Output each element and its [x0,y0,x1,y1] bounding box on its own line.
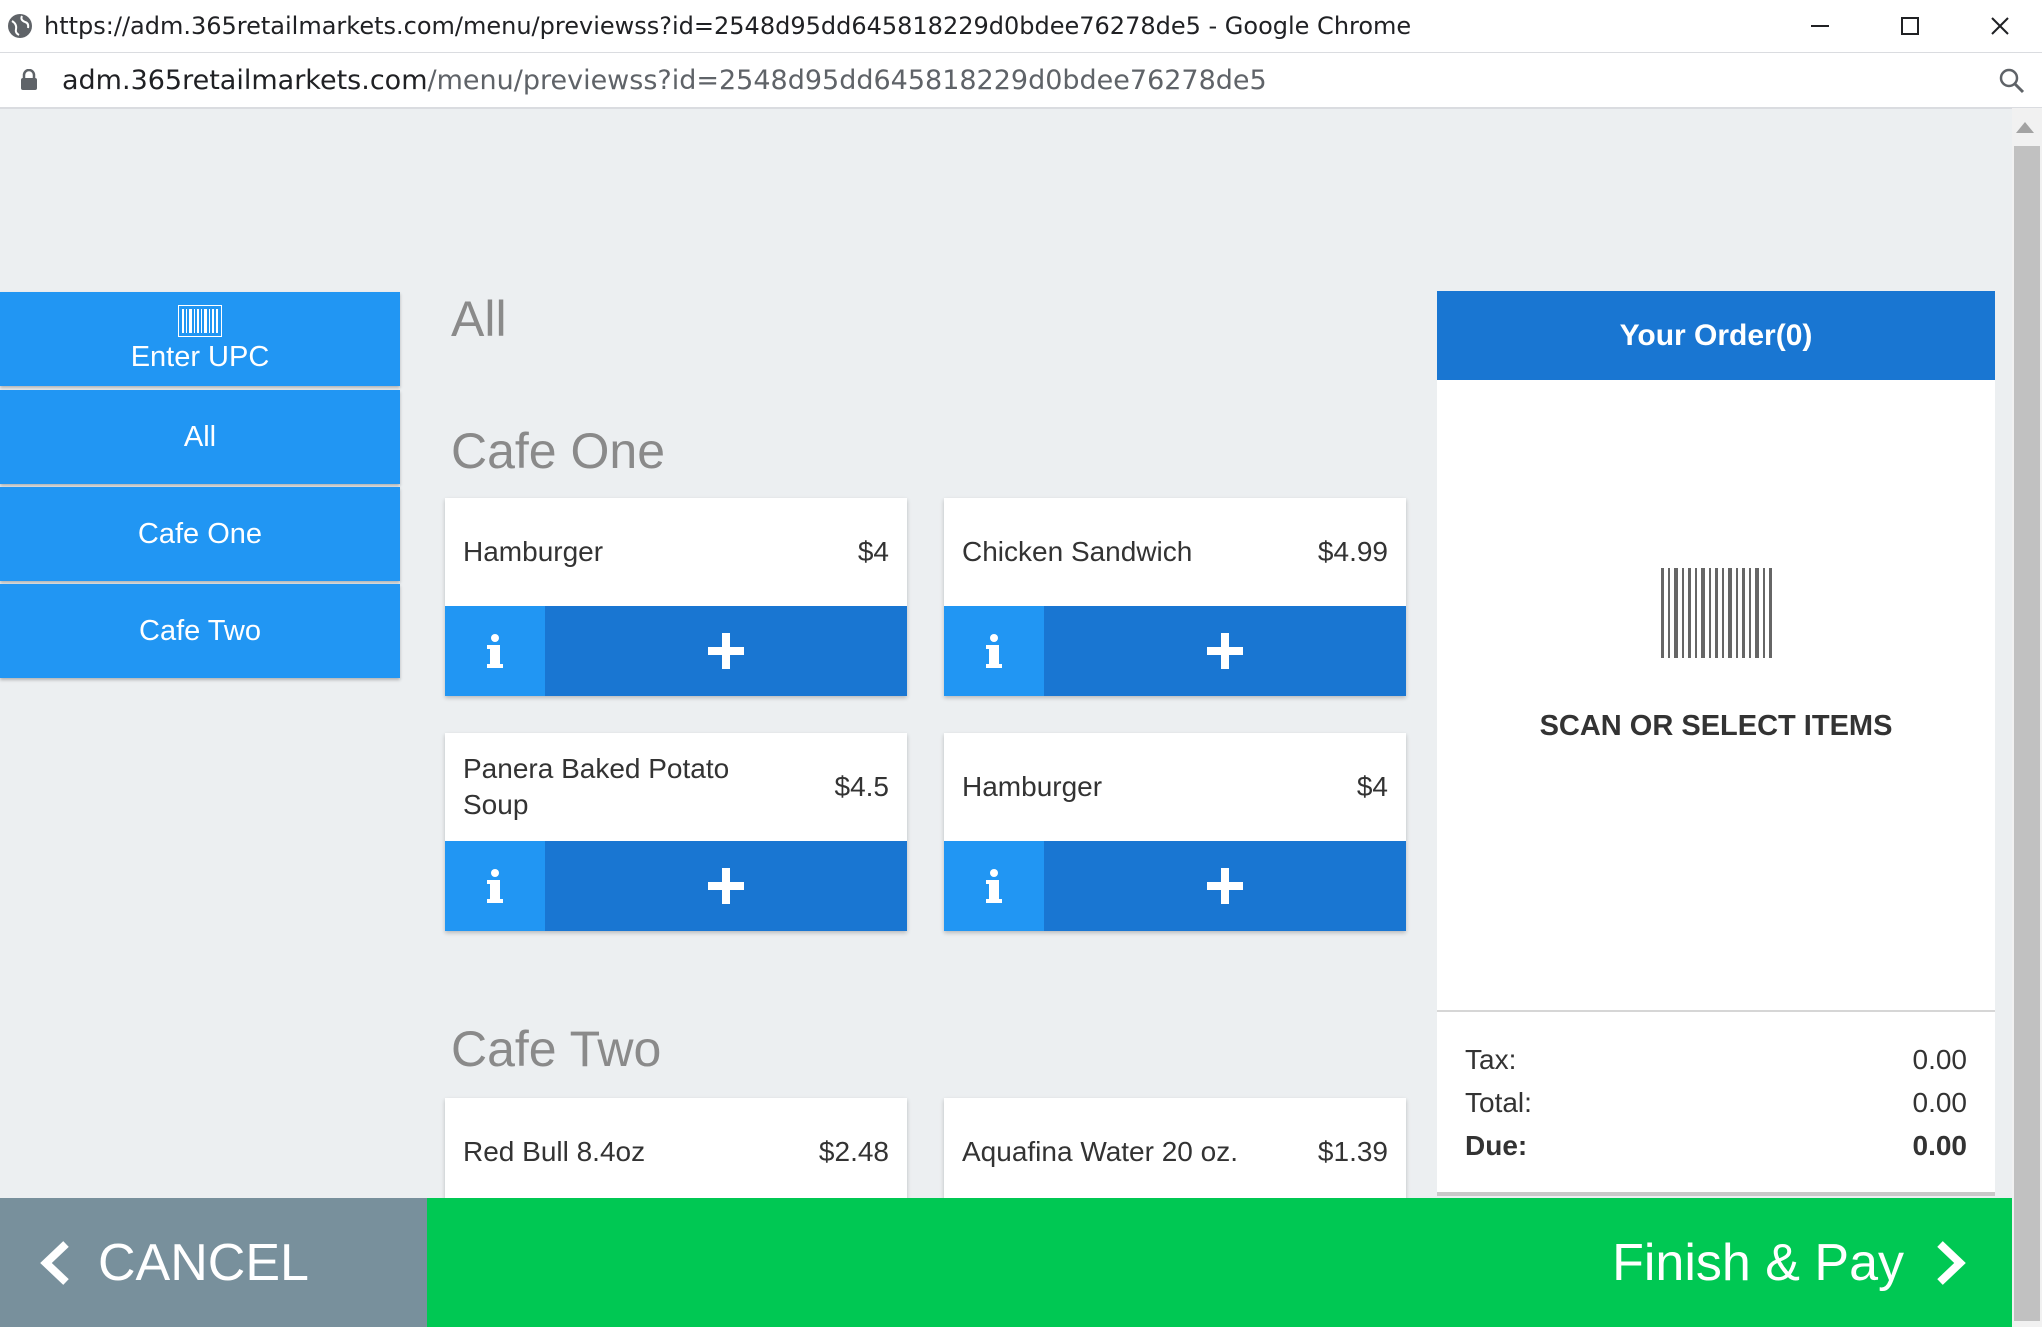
finish-and-pay-button[interactable]: Finish & Pay [427,1198,2012,1327]
finish-label: Finish & Pay [1612,1233,1904,1292]
minimize-button[interactable] [1790,4,1850,48]
product-name: Panera Baked Potato Soup [463,753,730,820]
due-row: Due: 0.00 [1465,1130,1967,1162]
product-info-button[interactable] [944,841,1044,931]
sidebar-item-cafe-two[interactable]: Cafe Two [0,584,400,678]
plus-icon [1207,868,1243,904]
tax-label: Tax: [1465,1044,1517,1075]
scroll-thumb[interactable] [2014,146,2040,1321]
product-card: Panera Baked Potato Soup $4.5 [445,733,907,931]
due-value: 0.00 [1912,1130,1968,1161]
url-host: adm.365retailmarkets.com [62,65,428,96]
page-title: All [451,291,507,347]
maximize-icon [1901,17,1919,35]
due-label: Due: [1465,1130,1528,1161]
product-card-header: Chicken Sandwich $4.99 [944,498,1406,606]
window-title: https://adm.365retailmarkets.com/menu/pr… [44,12,1412,40]
barcode-icon [1661,568,1772,658]
section-title-cafe-one: Cafe One [451,423,666,479]
info-icon [487,634,503,668]
sidebar-item-label: Cafe One [137,517,263,550]
product-card-header: Aquafina Water 20 oz. $1.39 [944,1098,1406,1206]
product-name: Hamburger [962,771,1103,802]
product-price: $4 [1356,771,1388,802]
minimize-icon [1811,25,1829,27]
info-icon [986,634,1002,668]
product-price: $1.39 [1317,1136,1388,1167]
product-card-header: Panera Baked Potato Soup $4.5 [445,733,907,841]
order-totals: Tax: 0.00 Total: 0.00 Due: 0.00 [1437,1012,1995,1196]
plus-icon [1207,633,1243,669]
sidebar-item-all[interactable]: All [0,390,400,484]
info-icon [986,869,1002,903]
add-to-order-button[interactable] [1044,841,1406,931]
sidebar-item-label: Cafe Two [139,614,261,647]
page-scrollbar[interactable] [2012,108,2042,1327]
tax-row: Tax: 0.00 [1465,1044,1967,1076]
order-header: Your Order(0) [1437,291,1995,380]
chevron-right-icon [1937,1240,1966,1285]
order-title: Your Order(0) [1619,318,1813,352]
product-name: Hamburger [463,536,604,567]
product-name: Red Bull 8.4oz [463,1136,646,1167]
cancel-label: CANCEL [98,1233,309,1292]
barcode-icon [178,304,222,337]
sidebar-item-cafe-one[interactable]: Cafe One [0,487,400,581]
url-text[interactable]: adm.365retailmarkets.com/menu/previewss?… [62,65,1267,96]
product-name: Aquafina Water 20 oz. [962,1136,1239,1167]
total-value: 0.00 [1912,1087,1968,1118]
add-to-order-button[interactable] [1044,606,1406,696]
product-price: $2.48 [818,1136,889,1167]
product-info-button[interactable] [445,841,545,931]
enter-upc-label: Enter UPC [130,340,270,373]
section-title-cafe-two: Cafe Two [451,1021,662,1077]
product-info-button[interactable] [944,606,1044,696]
product-price: $4 [857,536,889,567]
product-card: Hamburger $4 [445,498,907,696]
product-price: $4.5 [834,771,890,802]
product-name: Chicken Sandwich [962,536,1193,567]
plus-icon [708,633,744,669]
lock-icon [21,69,37,90]
maximize-button[interactable] [1880,4,1940,48]
total-row: Total: 0.00 [1465,1087,1967,1119]
product-card: Chicken Sandwich $4.99 [944,498,1406,696]
cancel-button[interactable]: CANCEL [0,1198,427,1327]
chevron-left-icon [40,1240,69,1285]
product-card-header: Hamburger $4 [944,733,1406,841]
product-info-button[interactable] [445,606,545,696]
globe-icon [8,14,32,38]
tax-value: 0.00 [1912,1044,1968,1075]
url-path: /menu/previewss?id=2548d95dd645818229d0b… [427,65,1267,96]
product-card-header: Hamburger $4 [445,498,907,606]
plus-icon [708,868,744,904]
info-icon [487,869,503,903]
close-window-button[interactable] [1970,4,2030,48]
product-card: Hamburger $4 [944,733,1406,931]
scroll-up-arrow-icon[interactable] [2016,122,2034,133]
enter-upc-button[interactable]: Enter UPC [0,292,400,386]
zoom-icon[interactable] [1998,67,2026,95]
browser-title-bar: https://adm.365retailmarkets.com/menu/pr… [0,0,2042,52]
address-bar[interactable]: adm.365retailmarkets.com/menu/previewss?… [0,52,2042,109]
sidebar-item-label: All [183,420,217,453]
product-price: $4.99 [1317,536,1388,567]
order-items-area: SCAN OR SELECT ITEMS [1437,380,1995,1012]
product-card-header: Red Bull 8.4oz $2.48 [445,1098,907,1206]
empty-order-message: SCAN OR SELECT ITEMS [1539,710,1893,742]
add-to-order-button[interactable] [545,606,907,696]
add-to-order-button[interactable] [545,841,907,931]
close-icon [1991,17,2009,35]
total-label: Total: [1465,1087,1532,1118]
